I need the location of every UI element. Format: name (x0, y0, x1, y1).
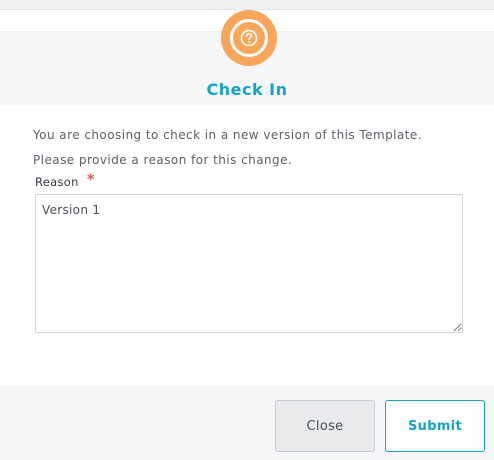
dialog-title: Check In (206, 80, 288, 99)
question-mark-icon (240, 29, 258, 47)
close-button[interactable]: Close (275, 400, 375, 452)
message-line-2: Please provide a reason for this change. (33, 153, 293, 167)
top-strip (0, 0, 494, 10)
reason-label: Reason (35, 175, 79, 189)
question-circle-icon (221, 10, 277, 66)
required-indicator: * (87, 172, 95, 188)
message-line-1: You are choosing to check in a new versi… (33, 128, 423, 142)
reason-textarea[interactable] (35, 194, 463, 333)
question-icon-ring (230, 19, 268, 57)
submit-button[interactable]: Submit (385, 400, 485, 452)
